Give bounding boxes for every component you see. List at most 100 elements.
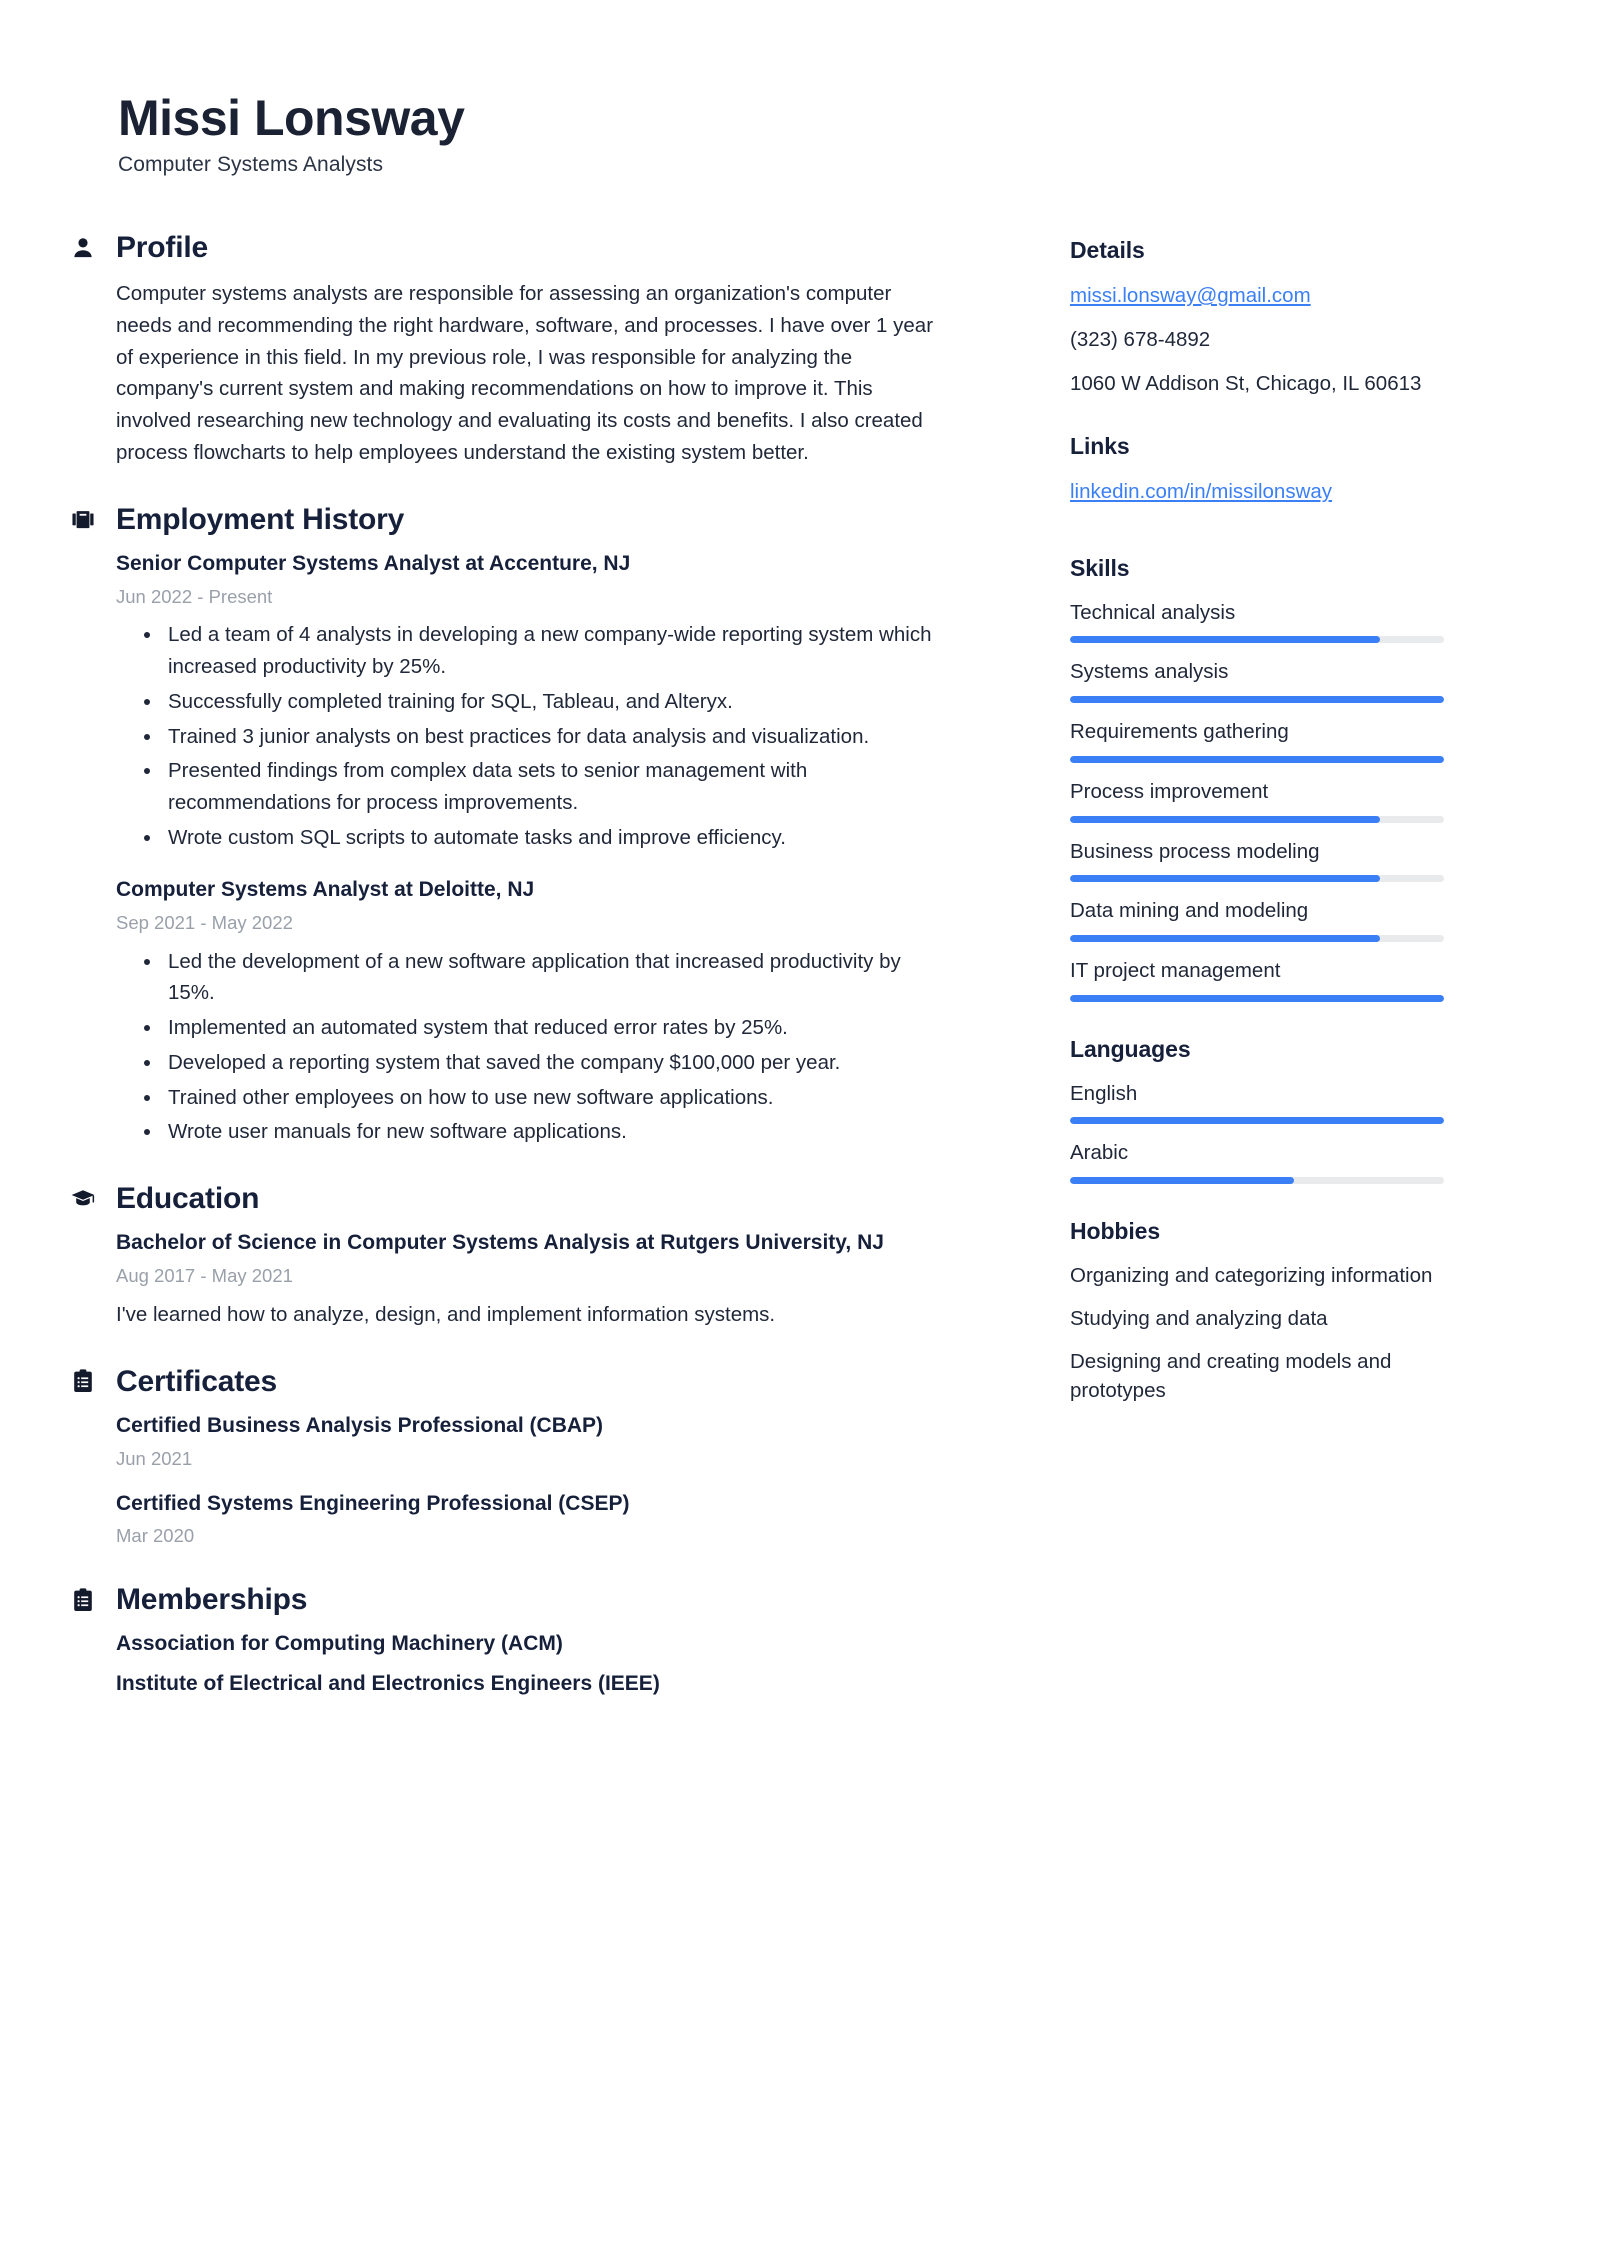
section-memberships-title: Memberships [116,1583,308,1617]
resume-page: Missi Lonsway Computer Systems Analysts … [0,0,1600,2261]
employment-entry-date: Jun 2022 - Present [116,585,273,607]
section-education-header: Education [70,1182,934,1215]
section-employment-header: Employment History [70,503,934,536]
skill-item: Systems analysis [1070,657,1444,704]
education-entry-description: I've learned how to analyze, design, and… [116,1302,776,1326]
phone-number: (323) 678-4892 [1070,328,1211,352]
skill-meter-fill [1070,934,1381,942]
sidebar-section-details: Details missi.lonsway@gmail.com (323) 67… [1070,237,1438,399]
skill-meter-fill [1070,994,1444,1002]
certificate-date: Jun 2021 [116,1447,193,1469]
resume-columns: Profile Computer systems analysts are re… [0,231,1600,1732]
list-item: Wrote user manuals for new software appl… [144,1116,934,1148]
skill-item: IT project management [1070,956,1444,1002]
language-item: English [1070,1079,1444,1125]
sidebar-skills-title: Skills [1070,554,1130,581]
list-item: Led a team of 4 analysts in developing a… [144,619,934,683]
section-profile-body: Computer systems analysts are responsibl… [70,278,934,469]
sidebar-section-languages: Languages English Arabic [1070,1035,1444,1185]
section-profile-title: Profile [116,231,208,264]
skill-meter-track [1070,636,1444,644]
skill-item: Business process modeling [1070,837,1444,883]
list-item: Developed a reporting system that saved … [144,1047,934,1079]
language-meter-track [1070,1117,1444,1125]
list-item: Trained 3 junior analysts on best practi… [144,721,934,753]
skill-label: Requirements gathering [1070,720,1289,744]
membership-entry: Institute of Electrical and Electronics … [116,1670,934,1698]
skill-label: Data mining and modeling [1070,899,1309,923]
section-profile-header: Profile [70,231,934,264]
list-item: Implemented an automated system that red… [144,1012,934,1044]
candidate-job-title: Computer Systems Analysts [118,153,384,176]
email-link[interactable]: missi.lonsway@gmail.com [1070,280,1311,311]
language-item: Arabic [1070,1138,1444,1185]
employment-entry-date: Sep 2021 - May 2022 [116,911,293,933]
membership-title: Association for Computing Machinery (ACM… [116,1632,563,1656]
skill-item: Data mining and modeling [1070,896,1444,942]
certificate-date: Mar 2020 [116,1525,195,1547]
employment-entry-bullets: Led a team of 4 analysts in developing a… [116,619,934,853]
skill-meter-track [1070,815,1444,823]
membership-entry: Association for Computing Machinery (ACM… [116,1630,934,1658]
skill-meter-fill [1070,815,1381,823]
clipboard-list-icon [70,1585,96,1615]
skill-meter-fill [1070,755,1444,763]
sidebar-details-title: Details [1070,237,1145,263]
certificate-entry: Certified Systems Engineering Profession… [116,1490,934,1550]
sidebar-section-hobbies: Hobbies Organizing and categorizing info… [1070,1218,1438,1405]
list-item: Led the development of a new software ap… [144,946,934,1010]
section-profile: Profile Computer systems analysts are re… [70,231,934,469]
skill-meter-track [1070,875,1444,883]
section-employment: Employment History Senior Computer Syste… [70,503,934,1149]
section-certificates-body: Certified Business Analysis Professional… [70,1412,934,1550]
sidebar-section-links: Links linkedin.com/in/missilonsway [1070,433,1438,520]
hobby-item: Organizing and categorizing information [1070,1264,1433,1288]
sidebar-hobbies-title: Hobbies [1070,1218,1161,1245]
education-entry-date: Aug 2017 - May 2021 [116,1265,293,1287]
section-education: Education Bachelor of Science in Compute… [70,1182,934,1331]
hobby-item: Studying and analyzing data [1070,1307,1328,1331]
skill-label: Technical analysis [1070,600,1236,624]
list-item: Presented findings from complex data set… [144,755,934,819]
briefcase-icon [70,504,96,534]
section-memberships-body: Association for Computing Machinery (ACM… [70,1630,934,1698]
language-label: Arabic [1070,1141,1129,1165]
skill-meter-fill [1070,696,1444,704]
list-item: Trained other employees on how to use ne… [144,1082,934,1114]
education-entry: Bachelor of Science in Computer Systems … [116,1229,934,1331]
clipboard-list-icon [70,1366,96,1396]
section-employment-title: Employment History [116,502,405,536]
linkedin-link[interactable]: linkedin.com/in/missilonsway [1070,476,1332,507]
language-meter-track [1070,1177,1444,1185]
language-meter-fill [1070,1117,1444,1125]
section-education-body: Bachelor of Science in Computer Systems … [70,1229,934,1331]
sidebar-languages-title: Languages [1070,1035,1191,1062]
section-memberships: Memberships Association for Computing Ma… [70,1583,934,1698]
skill-meter-fill [1070,875,1381,883]
postal-address: 1060 W Addison St, Chicago, IL 60613 [1070,372,1422,396]
skill-item: Technical analysis [1070,598,1444,644]
education-entry-title: Bachelor of Science in Computer Systems … [116,1231,884,1255]
profile-text: Computer systems analysts are responsibl… [116,282,934,464]
membership-title: Institute of Electrical and Electronics … [116,1672,660,1696]
graduation-cap-icon [70,1184,96,1214]
certificate-title: Certified Systems Engineering Profession… [116,1491,630,1515]
employment-entry-title: Senior Computer Systems Analyst at Accen… [116,551,631,575]
section-employment-body: Senior Computer Systems Analyst at Accen… [70,550,934,1149]
skill-label: Process improvement [1070,779,1269,803]
hobby-item: Designing and creating models and protot… [1070,1350,1392,1403]
sidebar-column: Details missi.lonsway@gmail.com (323) 67… [960,231,1520,1440]
skill-item: Requirements gathering [1070,717,1444,763]
skill-label: Business process modeling [1070,839,1320,863]
language-label: English [1070,1081,1138,1105]
employment-entry: Senior Computer Systems Analyst at Accen… [116,550,934,854]
employment-entry-title: Computer Systems Analyst at Deloitte, NJ [116,877,535,901]
skill-meter-track [1070,755,1444,763]
sidebar-section-skills: Skills Technical analysis Systems analys… [1070,554,1444,1002]
employment-entry-bullets: Led the development of a new software ap… [116,946,934,1149]
language-meter-fill [1070,1177,1295,1185]
skill-label: Systems analysis [1070,660,1229,684]
list-item: Wrote custom SQL scripts to automate tas… [144,822,934,854]
skill-meter-track [1070,934,1444,942]
resume-header: Missi Lonsway Computer Systems Analysts [0,0,1600,177]
